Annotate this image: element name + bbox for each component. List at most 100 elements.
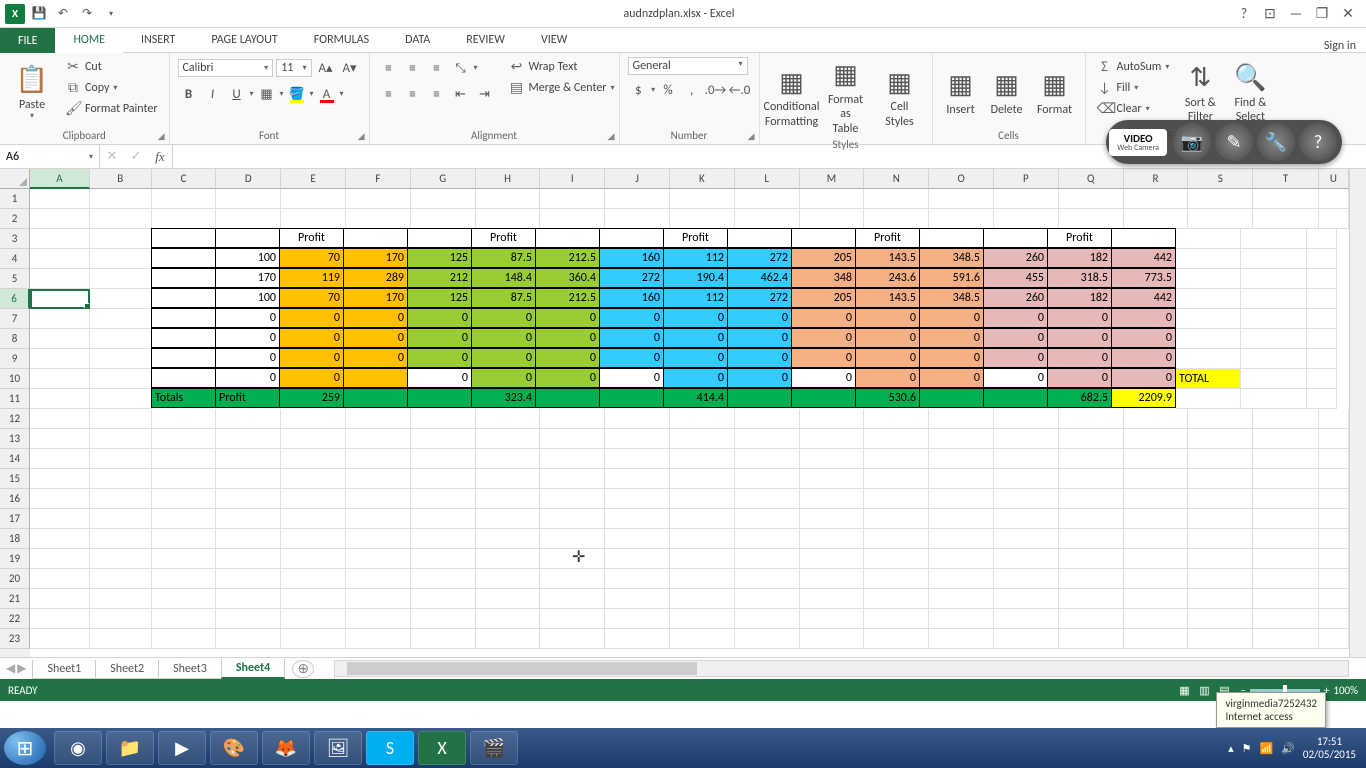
cell-G10[interactable]: 0 <box>407 368 472 388</box>
orientation-button[interactable]: ⤡ <box>450 57 472 79</box>
cell-A20[interactable] <box>30 569 90 589</box>
cell-G20[interactable] <box>411 569 476 589</box>
cell-F18[interactable] <box>346 529 411 549</box>
cell-L11[interactable] <box>727 388 792 408</box>
qat-customize[interactable]: ▾ <box>100 3 122 25</box>
percent-button[interactable]: % <box>657 79 679 101</box>
cell-J11[interactable] <box>599 388 664 408</box>
cell-J7[interactable]: 0 <box>599 308 664 328</box>
row-header-20[interactable]: 20 <box>0 569 30 589</box>
cell-G16[interactable] <box>411 489 476 509</box>
cell-O15[interactable] <box>929 469 994 489</box>
cell-C23[interactable] <box>152 629 217 649</box>
col-header-H[interactable]: H <box>476 169 541 189</box>
cell-O6[interactable]: 348.5 <box>919 288 984 308</box>
cell-T10[interactable] <box>1241 369 1307 389</box>
cell-R10[interactable]: 0 <box>1111 368 1176 388</box>
cell-A12[interactable] <box>30 409 90 429</box>
cell-T4[interactable] <box>1241 249 1307 269</box>
cell-H2[interactable] <box>476 209 541 229</box>
cell-L8[interactable]: 0 <box>727 328 792 348</box>
cell-S3[interactable] <box>1176 229 1241 249</box>
font-size-select[interactable]: 11▾ <box>276 59 311 77</box>
decrease-indent-button[interactable]: ⇤ <box>450 83 472 105</box>
cell-F9[interactable]: 0 <box>343 348 408 368</box>
cell-Q18[interactable] <box>1059 529 1124 549</box>
cell-G1[interactable] <box>411 189 476 209</box>
cell-I18[interactable] <box>540 529 605 549</box>
cell-T20[interactable] <box>1253 569 1319 589</box>
comma-button[interactable]: , <box>681 79 703 101</box>
cell-M23[interactable] <box>800 629 865 649</box>
cell-L20[interactable] <box>735 569 800 589</box>
cell-T16[interactable] <box>1253 489 1319 509</box>
cell-L4[interactable]: 272 <box>727 248 792 268</box>
decrease-decimal-button[interactable]: ←.0 <box>728 79 750 101</box>
cell-N12[interactable] <box>864 409 929 429</box>
cell-K19[interactable] <box>670 549 735 569</box>
cell-C5[interactable] <box>151 268 216 288</box>
col-header-T[interactable]: T <box>1253 169 1319 189</box>
cell-B11[interactable] <box>90 389 152 409</box>
cell-M17[interactable] <box>800 509 865 529</box>
cell-D10[interactable]: 0 <box>215 368 280 388</box>
cell-O16[interactable] <box>929 489 994 509</box>
cell-L23[interactable] <box>735 629 800 649</box>
cell-S6[interactable] <box>1176 289 1241 309</box>
col-header-D[interactable]: D <box>216 169 281 189</box>
cell-S19[interactable] <box>1188 549 1253 569</box>
cell-P13[interactable] <box>994 429 1059 449</box>
format-cells-button[interactable]: ▦Format <box>1033 57 1077 127</box>
insert-cells-button[interactable]: ▦Insert <box>941 57 981 127</box>
cell-B21[interactable] <box>90 589 152 609</box>
cell-G21[interactable] <box>411 589 476 609</box>
cell-D14[interactable] <box>216 449 281 469</box>
row-header-19[interactable]: 19 <box>0 549 30 569</box>
cell-I22[interactable] <box>540 609 605 629</box>
cell-N16[interactable] <box>864 489 929 509</box>
clipboard-launcher[interactable]: ◢ <box>158 131 165 142</box>
cell-M1[interactable] <box>800 189 865 209</box>
cell-H19[interactable] <box>476 549 541 569</box>
select-all-corner[interactable] <box>0 169 30 189</box>
col-header-C[interactable]: C <box>152 169 217 189</box>
cell-I23[interactable] <box>540 629 605 649</box>
cell-P5[interactable]: 455 <box>983 268 1048 288</box>
cell-C4[interactable] <box>151 248 216 268</box>
cell-B12[interactable] <box>90 409 152 429</box>
cell-Q4[interactable]: 182 <box>1047 248 1112 268</box>
cell-Q19[interactable] <box>1059 549 1124 569</box>
cell-K9[interactable]: 0 <box>663 348 728 368</box>
decrease-font-button[interactable]: A▾ <box>339 57 361 79</box>
cell-P20[interactable] <box>994 569 1059 589</box>
cell-Q9[interactable]: 0 <box>1047 348 1112 368</box>
cell-C10[interactable] <box>151 368 216 388</box>
cell-R20[interactable] <box>1124 569 1189 589</box>
cell-S18[interactable] <box>1188 529 1253 549</box>
cell-K14[interactable] <box>670 449 735 469</box>
cell-J23[interactable] <box>605 629 670 649</box>
cell-Q23[interactable] <box>1059 629 1124 649</box>
cell-H12[interactable] <box>476 409 541 429</box>
cell-S4[interactable] <box>1176 249 1241 269</box>
cell-T21[interactable] <box>1253 589 1319 609</box>
col-header-S[interactable]: S <box>1188 169 1253 189</box>
cell-B3[interactable] <box>90 229 152 249</box>
cell-L14[interactable] <box>735 449 800 469</box>
cell-N20[interactable] <box>864 569 929 589</box>
cell-Q2[interactable] <box>1059 209 1124 229</box>
tab-view[interactable]: VIEW <box>523 28 585 53</box>
cell-S16[interactable] <box>1188 489 1253 509</box>
cell-T12[interactable] <box>1253 409 1319 429</box>
cell-K1[interactable] <box>670 189 735 209</box>
col-header-G[interactable]: G <box>411 169 476 189</box>
overlay-camera-icon[interactable]: 📷 <box>1173 123 1211 161</box>
cell-D20[interactable] <box>216 569 281 589</box>
cell-D23[interactable] <box>216 629 281 649</box>
signin-link[interactable]: Sign in <box>1324 39 1366 53</box>
cell-M15[interactable] <box>800 469 865 489</box>
cell-H22[interactable] <box>476 609 541 629</box>
cell-C20[interactable] <box>152 569 217 589</box>
new-sheet-button[interactable]: ⊕ <box>292 660 314 678</box>
cell-M19[interactable] <box>800 549 865 569</box>
